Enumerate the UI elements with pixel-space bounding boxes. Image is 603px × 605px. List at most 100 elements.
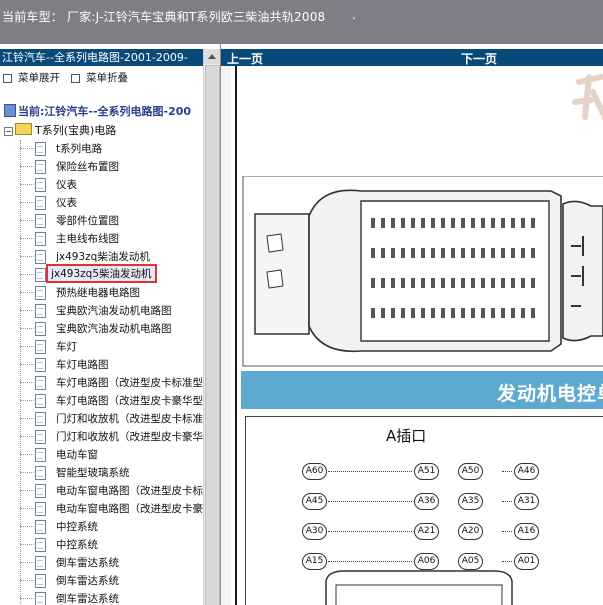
tree-connector-line (20, 454, 34, 455)
tree-item-label: 门灯和收放机（改进型皮卡豪华 (56, 431, 203, 443)
tree-item-label: 仪表 (56, 179, 77, 191)
tree-item[interactable]: 电动车窗电路图（改进型皮卡标 (16, 482, 216, 499)
diagram-page: 发动机电控单 A插口 A60 A51 A50 A46 A45 A36 A35 A31 A30 A2… (231, 66, 603, 605)
tree-item-label: 中控系统 (56, 539, 98, 551)
pin-label: A35 (458, 493, 483, 510)
tree-connector-line (20, 256, 34, 257)
tree-connector-line (20, 148, 34, 149)
pin-label: A50 (458, 463, 483, 480)
pin-label: A05 (458, 553, 483, 570)
tree-connector-line (20, 328, 34, 329)
tree-item-label: 中控系统 (56, 521, 98, 533)
pin-dotted-line (328, 531, 412, 533)
tree-item[interactable]: jx493zq柴油发动机 (16, 248, 216, 265)
pin-dotted-line (502, 531, 512, 533)
tree-item[interactable]: 宝典欧汽油发动机电路图 (16, 320, 216, 337)
tree-item[interactable]: 智能型玻璃系统 (16, 464, 216, 481)
pin-dotted-line (328, 471, 412, 473)
document-icon (35, 592, 46, 605)
folder-icon (15, 123, 32, 135)
document-icon (35, 214, 46, 228)
tree-connector-line (20, 472, 34, 473)
tree-connector-line (20, 382, 34, 383)
tree-item-label: 预热继电器电路图 (56, 287, 140, 299)
tree-item-label: t系列电路 (56, 143, 103, 155)
ecu-title: 发动机电控单 (497, 383, 603, 405)
document-icon (35, 196, 46, 210)
left-panel-title: 江铃汽车--全系列电路图-2001-2009- (0, 49, 204, 66)
tree-connector-line (20, 202, 34, 203)
document-icon (35, 160, 46, 174)
tree-item-label: 倒车雷达系统 (56, 593, 119, 605)
tree-connector-line (20, 562, 34, 563)
tree-item-label: 电动车窗电路图（改进型皮卡豪 (56, 503, 203, 515)
page-navigation-bar: 上一页 下一页 (221, 49, 603, 66)
tree-item[interactable]: 中控系统 (16, 536, 216, 553)
tree-item-label: 门灯和收放机（改进型皮卡标准 (56, 413, 203, 425)
document-icon (35, 556, 46, 570)
pin-dotted-line (502, 471, 512, 473)
tree-connector-line (20, 508, 34, 509)
document-icon (35, 232, 46, 246)
scrollbar-thumb[interactable] (205, 65, 220, 605)
tree-item[interactable]: 车灯电路图（改进型皮卡标准型 (16, 374, 216, 391)
connector-pinout-box: A插口 A60 A51 A50 A46 A45 A36 A35 A31 A30 A21 A20 A16… (245, 416, 603, 605)
tree-item[interactable]: 车灯 (16, 338, 216, 355)
tree-item[interactable]: 主电线布线图 (16, 230, 216, 247)
tree-connector-line (20, 544, 34, 545)
tree-item-label: 电动车窗 (56, 449, 98, 461)
tree-item[interactable]: 中控系统 (16, 518, 216, 535)
tree-branch-label: T系列(宝典)电路 (35, 124, 117, 137)
tree-connector-line (20, 166, 34, 167)
tree-item[interactable]: 电动车窗电路图（改进型皮卡豪 (16, 500, 216, 517)
tree-connector-line (20, 274, 34, 275)
tree-item[interactable]: 电动车窗 (16, 446, 216, 463)
pin-label: A46 (514, 463, 539, 480)
tree-item-label: 智能型玻璃系统 (56, 467, 130, 479)
pin-label: A51 (414, 463, 439, 480)
plug-label: A插口 (386, 427, 427, 445)
pin-label: A31 (514, 493, 539, 510)
tree-connector-line (20, 184, 34, 185)
tree-item[interactable]: 零部件位置图 (16, 212, 216, 229)
tree-connector-line (20, 220, 34, 221)
left-navigation-panel: 江铃汽车--全系列电路图-2001-2009- 菜单展开 菜单折叠 当前:江铃汽… (0, 44, 221, 605)
tree-item[interactable]: 门灯和收放机（改进型皮卡豪华 (16, 428, 216, 445)
tree-item-label: 电动车窗电路图（改进型皮卡标 (56, 485, 203, 497)
tree-item[interactable]: 宝典欧汽油发动机电路图 (16, 302, 216, 319)
tree-branch-t-series[interactable]: − T系列(宝典)电路 (4, 122, 116, 138)
next-page-link[interactable]: 下一页 (461, 50, 497, 67)
tree-item-label: 宝典欧汽油发动机电路图 (56, 323, 172, 335)
tree-item-label: 倒车雷达系统 (56, 575, 119, 587)
document-icon (35, 502, 46, 516)
tree-item[interactable]: 倒车雷达系统 (16, 554, 216, 571)
menu-collapse-button[interactable]: 菜单折叠 (71, 70, 128, 85)
pin-dotted-line (502, 561, 512, 563)
pin-label: A15 (302, 553, 327, 570)
document-icon (35, 178, 46, 192)
tree-connector-line (20, 580, 34, 581)
document-icon (35, 250, 46, 264)
pin-label: A45 (302, 493, 327, 510)
tree-item[interactable]: 倒车雷达系统 (16, 572, 216, 589)
collapse-toggle-icon[interactable]: − (4, 126, 13, 136)
tree-item[interactable]: 预热继电器电路图 (16, 284, 216, 301)
tree-item[interactable]: jx493zq5柴油发动机 (16, 264, 216, 283)
tree-item[interactable]: 倒车雷达系统 (16, 590, 216, 605)
document-viewer: 上一页 下一页 发动机电控单 (221, 44, 603, 605)
previous-page-link[interactable]: 上一页 (227, 50, 263, 67)
scroll-up-arrow-icon[interactable] (204, 49, 220, 64)
tree-item[interactable]: 仪表 (16, 194, 216, 211)
tree-item[interactable]: t系列电路 (16, 140, 216, 157)
left-panel-scrollbar[interactable] (203, 49, 220, 605)
tree-item[interactable]: 车灯电路图（改进型皮卡豪华型 (16, 392, 216, 409)
connector-housing-outline (325, 570, 513, 605)
tree-item[interactable]: 仪表 (16, 176, 216, 193)
tree-item[interactable]: 车灯电路图 (16, 356, 216, 373)
header-trailing-dot: . (352, 8, 356, 22)
current-car-type: 当前车型： 厂家:J-江铃汽车宝典和T系列欧三柴油共轨2008 (2, 10, 326, 24)
pin-label: A16 (514, 523, 539, 540)
menu-expand-button[interactable]: 菜单展开 (3, 70, 60, 85)
tree-item[interactable]: 保险丝布置图 (16, 158, 216, 175)
tree-item[interactable]: 门灯和收放机（改进型皮卡标准 (16, 410, 216, 427)
